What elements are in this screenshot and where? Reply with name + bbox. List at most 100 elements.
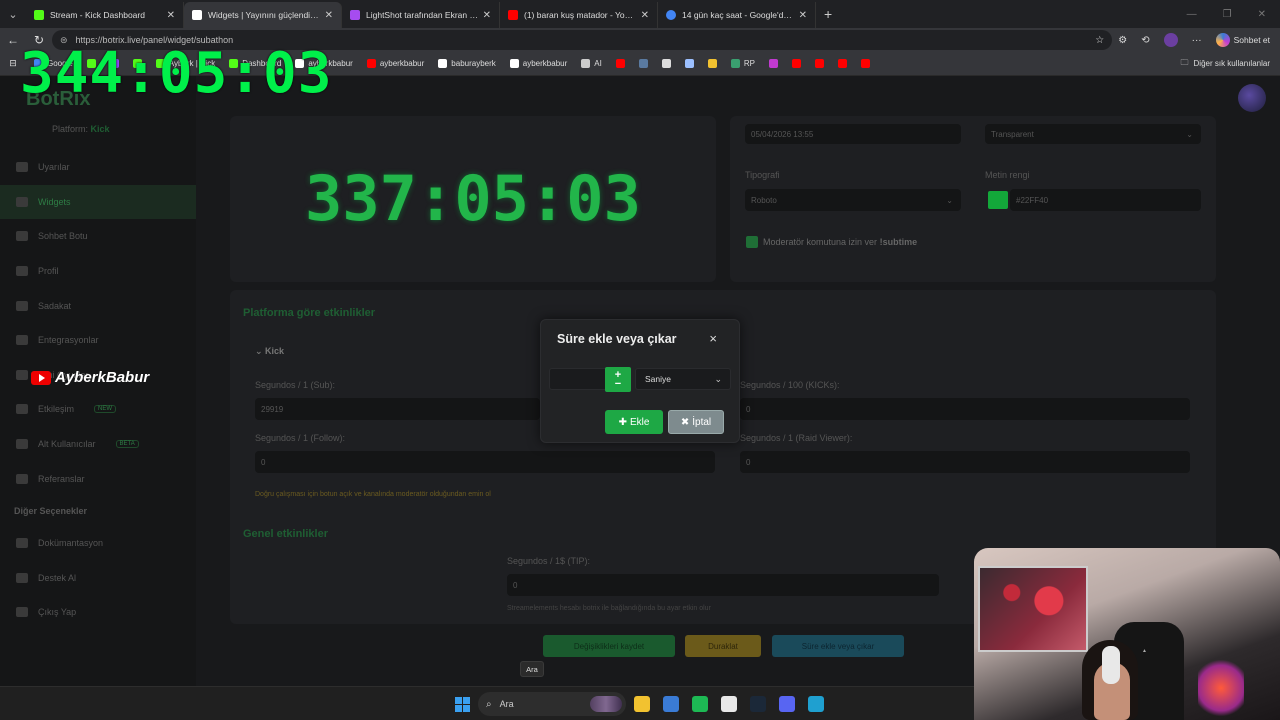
bookmark-item[interactable] (615, 59, 625, 68)
close-window-icon[interactable]: ✕ (1258, 9, 1266, 20)
kick-collapse-toggle[interactable]: ⌄ Kick (255, 346, 284, 357)
sidebar-item[interactable]: Widgets (0, 184, 196, 220)
save-changes-button[interactable]: Değişiklikleri kaydet (543, 635, 675, 657)
bookmark-toggle-icon[interactable]: ⊟ (6, 58, 20, 69)
modal-close-icon[interactable]: × (709, 331, 717, 346)
pause-button[interactable]: Duraklat (685, 635, 761, 657)
sidebar-item[interactable]: Etkileşim NEW (0, 392, 196, 427)
rgb-light (1198, 658, 1244, 718)
bookmark-item[interactable]: baburayberk (438, 59, 496, 68)
history-icon[interactable]: ⟲ (1141, 35, 1149, 46)
store-icon[interactable] (663, 696, 679, 712)
sidebar-item-label: Destek Al (38, 572, 77, 583)
color-swatch[interactable] (988, 191, 1008, 209)
profile-avatar-icon[interactable] (1163, 33, 1178, 47)
bookmark-item[interactable] (707, 59, 717, 68)
sidebar-item[interactable]: Alt Kullanıcılar BETA (0, 427, 196, 462)
tab-close-icon[interactable]: ✕ (325, 10, 333, 21)
tab-close-icon[interactable]: ✕ (641, 10, 649, 21)
other-bookmarks-folder[interactable]: 🗀 Diğer sık kullanılanlar (1181, 57, 1280, 71)
channel-watermark: AyberkBabur (31, 369, 149, 386)
decrement-icon[interactable]: − (615, 378, 621, 389)
taskbar-search[interactable]: ⌕ Ara (478, 692, 626, 716)
time-unit-select[interactable]: Saniye ⌄ (635, 368, 731, 390)
more-menu-icon[interactable]: ··· (1192, 35, 1202, 46)
time-amount-input[interactable] (549, 368, 607, 390)
kicks-seconds-input[interactable]: 0 (740, 398, 1190, 420)
user-avatar[interactable] (1238, 84, 1266, 112)
follow-seconds-input[interactable]: 0 (255, 451, 715, 473)
background-select[interactable]: Transparent ⌄ (985, 124, 1201, 144)
tab-title: 14 gün kaç saat - Google'da Ara (682, 10, 795, 20)
bookmark-item[interactable] (837, 59, 847, 68)
end-date-field[interactable]: 05/04/2026 13:55 (745, 124, 961, 144)
sidebar-item[interactable]: Destek Al (0, 561, 196, 596)
sidebar-item[interactable]: Referanslar (0, 461, 196, 496)
chrome-icon[interactable] (721, 696, 737, 712)
back-arrow-icon[interactable]: ← (6, 33, 20, 47)
search-highlight-image (590, 696, 622, 712)
raid-seconds-input[interactable]: 0 (740, 451, 1190, 473)
bookmark-item[interactable] (661, 59, 671, 68)
spotify-icon[interactable] (692, 696, 708, 712)
tab-kick-dashboard[interactable]: Stream - Kick Dashboard ✕ (26, 2, 184, 28)
bookmark-favicon-icon (638, 59, 648, 68)
tab-google-search[interactable]: 14 gün kaç saat - Google'da Ara ✕ (658, 2, 816, 28)
bookmark-item[interactable]: AI (581, 59, 602, 68)
tab-close-icon[interactable]: ✕ (483, 10, 491, 21)
bookmark-item[interactable]: ayberkbabur (366, 59, 424, 68)
tab-bar: ⌄ Stream - Kick Dashboard ✕ Widgets | Ya… (0, 0, 1280, 28)
text-color-field[interactable]: #22FF40 (1010, 189, 1201, 211)
tab-youtube[interactable]: (1) baran kuş matador - YouTube ✕ (500, 2, 658, 28)
new-tab-plus-icon[interactable]: + (824, 6, 832, 22)
tab-lightshot[interactable]: LightShot tarafından Ekran Görünt ✕ (342, 2, 500, 28)
bookmark-item[interactable] (684, 59, 694, 68)
cancel-button[interactable]: ✖ İptal (668, 410, 724, 434)
minimize-icon[interactable]: — (1187, 9, 1197, 20)
tab-close-icon[interactable]: ✕ (799, 10, 807, 21)
tip-seconds-input[interactable]: 0 (507, 574, 939, 596)
tab-actions-menu-icon[interactable]: ⌄ (0, 0, 26, 28)
sidebar-item[interactable]: Sadakat (0, 288, 196, 323)
platform-value: Kick (90, 124, 110, 134)
edge-icon[interactable] (808, 696, 824, 712)
font-select[interactable]: Roboto ⌄ (745, 189, 961, 211)
bookmark-item[interactable] (814, 59, 824, 68)
search-placeholder: Ara (499, 699, 514, 709)
sidebar-item[interactable]: Entegrasyonlar (0, 323, 196, 358)
sidebar-item-label: Alt Kullanıcılar (38, 439, 96, 450)
general-events-title: Genel etkinlikler (243, 528, 328, 540)
discord-icon[interactable] (779, 696, 795, 712)
sidebar-item[interactable]: Dokümantasyon (0, 526, 196, 561)
add-button-label: Ekle (629, 416, 650, 428)
extensions-icon[interactable]: ⚙ (1118, 35, 1127, 46)
bookmark-item[interactable] (860, 59, 870, 68)
sidebar-item[interactable]: Çıkış Yap (0, 595, 196, 630)
sidebar-item[interactable]: Uyarılar (0, 150, 196, 185)
file-explorer-icon[interactable] (634, 696, 650, 712)
steam-icon[interactable] (750, 696, 766, 712)
bookmark-item[interactable] (768, 59, 778, 68)
bookmark-item[interactable] (791, 59, 801, 68)
copilot-button[interactable]: Sohbet et (1215, 33, 1270, 47)
bookmark-item[interactable] (638, 59, 648, 68)
favorite-star-icon[interactable]: ☆ (1095, 35, 1104, 46)
add-subtract-time-button[interactable]: Süre ekle veya çıkar (772, 635, 904, 657)
windows-start-icon[interactable] (455, 697, 470, 712)
mod-command-checkbox[interactable] (746, 236, 758, 248)
cancel-button-label: İptal (692, 416, 712, 428)
tab-close-icon[interactable]: ✕ (167, 10, 175, 21)
search-tooltip: Ara (520, 661, 544, 677)
bookmark-item[interactable]: RP (730, 59, 755, 68)
sidebar-badge: NEW (94, 405, 117, 414)
tab-botrix-widgets[interactable]: Widgets | Yayınını güçlendirmek iç ✕ (184, 2, 342, 28)
sub-seconds-input[interactable]: 29919 (255, 398, 540, 420)
platform-label: Platform: (52, 124, 89, 134)
maximize-icon[interactable]: ❐ (1223, 9, 1232, 20)
bookmark-item[interactable]: ayberkbabur (509, 59, 567, 68)
add-button[interactable]: ✚ Ekle (605, 410, 663, 434)
sidebar-item[interactable]: Sohbet Botu (0, 219, 196, 254)
sidebar-item[interactable]: Profil (0, 254, 196, 289)
webcam-overlay: ▲ (974, 548, 1280, 720)
mod-command-label: Moderatör komutuna izin ver (763, 237, 878, 247)
